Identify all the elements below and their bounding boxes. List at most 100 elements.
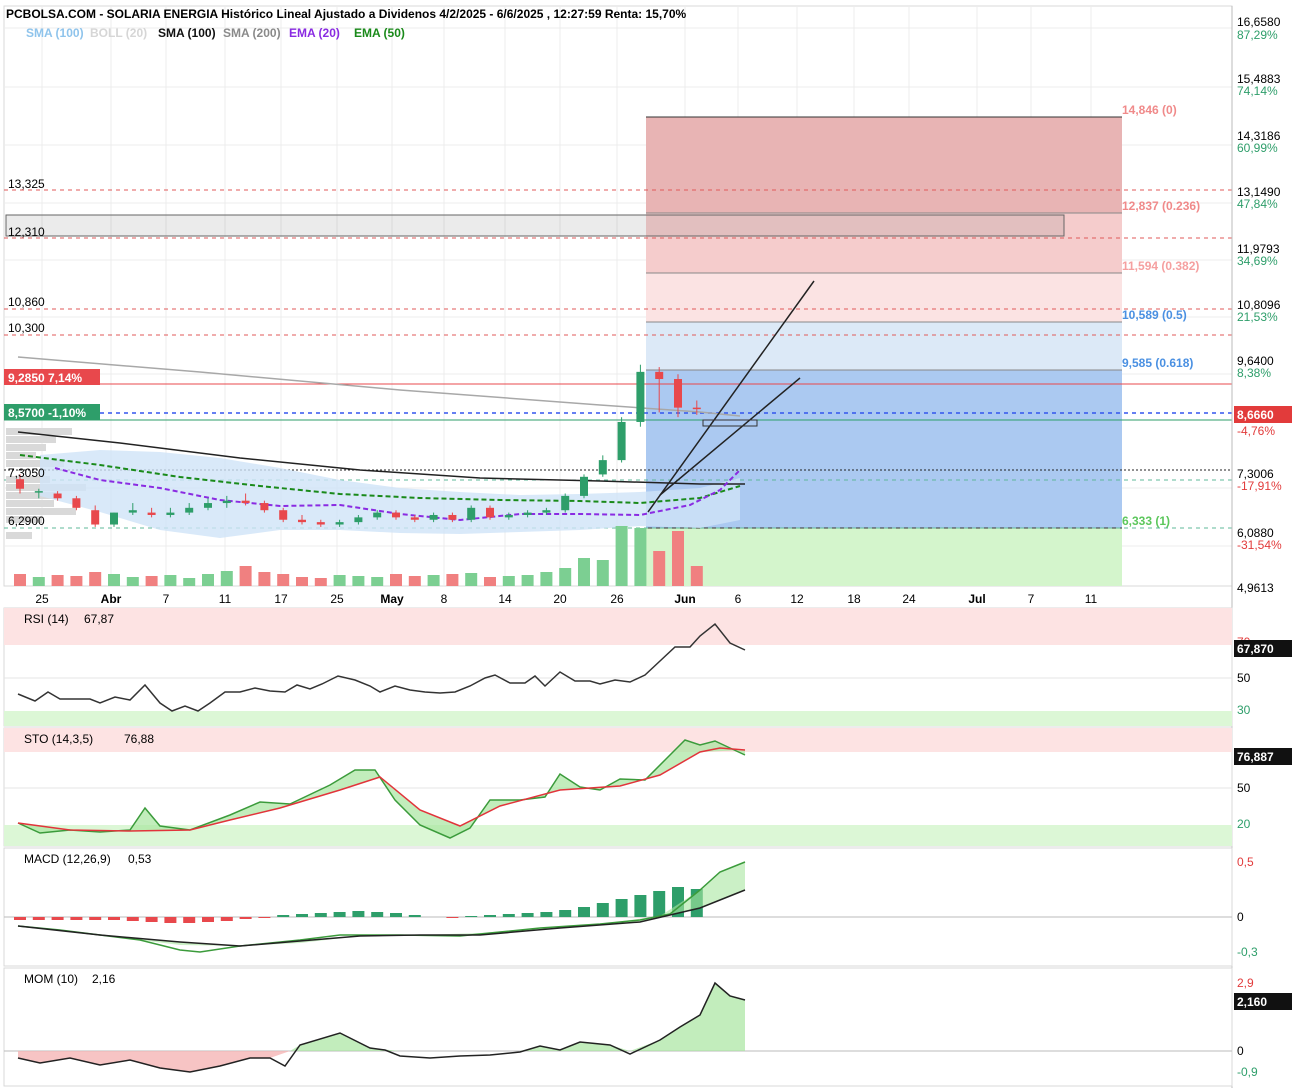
x-tick-label: Jun — [674, 592, 695, 606]
fib-zone-05-0618 — [646, 322, 1122, 370]
volume-bar — [690, 566, 703, 586]
volume-bar — [521, 575, 534, 586]
svg-text:8,38%: 8,38% — [1237, 366, 1271, 380]
candle-body — [692, 407, 701, 410]
macd-hist-bar — [14, 917, 26, 920]
date-axis: 25 Abr 7 11 17 25 May 8 14 20 26 Jun 6 12 18 24 Jul 7 11 — [35, 592, 1097, 606]
x-tick-label: 7 — [163, 592, 170, 606]
candle-body — [542, 510, 551, 513]
candle-body — [128, 510, 137, 513]
macd-panel: MACD (12,26,9) 0,53 0,5 0 -0,3 — [3, 847, 1258, 967]
volume-bar — [634, 528, 647, 586]
mom-tag: 2,160 — [1237, 995, 1267, 1009]
x-tick-label: 18 — [847, 592, 861, 606]
candle-body — [561, 495, 570, 511]
x-tick-label: 7 — [1028, 592, 1035, 606]
svg-text:50: 50 — [1237, 781, 1251, 795]
volume-bar — [145, 576, 158, 586]
candle-body — [34, 491, 43, 493]
volume-bar — [596, 560, 609, 586]
rsi-panel: RSI (14) 67,87 70 50 30 67,870 — [3, 607, 1292, 727]
stock-chart: 13,325 12,310 10,860 10,300 9,2850 7,14%… — [3, 5, 1292, 1088]
macd-hist-bar — [51, 917, 64, 920]
candle-body — [580, 476, 588, 496]
svg-text:47,84%: 47,84% — [1237, 197, 1278, 211]
macd-hist-bar — [596, 903, 609, 917]
volume-bar — [239, 566, 252, 586]
resistance-zone — [5, 214, 1065, 237]
candle-body — [674, 379, 682, 408]
svg-text:16,6580: 16,6580 — [1237, 15, 1281, 29]
svg-text:0: 0 — [1237, 910, 1244, 924]
level-tag-9285: 9,2850 7,14% — [8, 371, 82, 385]
candle-body — [429, 514, 438, 520]
candle-body — [504, 514, 513, 518]
svg-text:60,99%: 60,99% — [1237, 141, 1278, 155]
volume-bar — [108, 574, 120, 586]
volume-bar — [314, 578, 327, 586]
legend-boll: BOLL (20) — [90, 26, 147, 40]
macd-hist-bar — [183, 917, 196, 923]
macd-hist-bar — [484, 915, 496, 917]
volume-bar — [559, 568, 572, 586]
rsi-tag: 67,870 — [1237, 642, 1274, 656]
volume-bar — [672, 531, 684, 586]
volume-bar — [51, 575, 64, 586]
svg-text:0: 0 — [1237, 1044, 1244, 1058]
volume-bar — [502, 576, 515, 586]
volume-bar — [615, 526, 628, 586]
macd-hist-bar — [578, 907, 590, 917]
macd-hist-bar — [126, 917, 139, 921]
macd-value: 0,53 — [128, 852, 152, 866]
x-tick-label: 11 — [1085, 592, 1098, 606]
macd-hist-bar — [220, 917, 233, 921]
x-tick-label: 14 — [498, 592, 512, 606]
svg-text:0,5: 0,5 — [1237, 855, 1254, 869]
macd-hist-bar — [164, 917, 177, 923]
candle-body — [72, 498, 81, 508]
x-tick-label: 11 — [219, 592, 232, 606]
volume-bar — [427, 575, 440, 586]
fib-label-0618: 9,585 (0.618) — [1122, 356, 1193, 370]
x-tick-label: Abr — [101, 592, 122, 606]
x-tick-label: 20 — [553, 592, 567, 606]
svg-text:21,53%: 21,53% — [1237, 310, 1278, 324]
fib-label-0236: 12,837 (0.236) — [1122, 199, 1200, 213]
sto-tag: 76,887 — [1237, 750, 1274, 764]
candle-body — [598, 460, 607, 475]
candle-body — [204, 503, 212, 508]
mom-label: MOM (10) — [24, 972, 78, 986]
level-tag-8570: 8,5700 -1,10% — [8, 406, 86, 420]
volume-bar — [390, 574, 402, 586]
fib-label-0382: 11,594 (0.382) — [1122, 259, 1199, 273]
x-tick-label: 25 — [330, 592, 344, 606]
fib-zone-0-0236 — [646, 117, 1122, 213]
candle-body — [354, 517, 363, 523]
level-tag-10860: 10,860 — [8, 295, 45, 309]
macd-hist-bar — [390, 913, 402, 917]
volume-bar — [653, 551, 666, 586]
macd-hist-bar — [502, 914, 515, 917]
level-tag-13325: 13,325 — [8, 177, 45, 191]
svg-text:87,29%: 87,29% — [1237, 28, 1278, 42]
legend-ema50: EMA (50) — [354, 26, 405, 40]
candle-body — [166, 512, 175, 515]
level-tag-12310: 12,310 — [8, 225, 45, 239]
volume-bar — [540, 572, 553, 586]
svg-text:-0,3: -0,3 — [1237, 945, 1258, 959]
macd-hist-bar — [32, 917, 45, 920]
candle-body — [241, 500, 250, 504]
volume-bar — [202, 574, 214, 586]
svg-text:-0,9: -0,9 — [1237, 1065, 1258, 1079]
volume-bar — [32, 577, 45, 586]
rsi-label: RSI (14) — [24, 612, 69, 626]
candle-body — [53, 493, 62, 499]
volume-bar — [333, 575, 346, 586]
volume-bar — [277, 574, 290, 586]
level-tag-7305: 7,3050 — [8, 466, 45, 480]
macd-hist-bar — [371, 912, 384, 917]
fib-zone-below-1 — [646, 528, 1122, 586]
svg-text:74,14%: 74,14% — [1237, 84, 1278, 98]
macd-hist-bar — [446, 917, 459, 918]
macd-label: MACD (12,26,9) — [24, 852, 111, 866]
